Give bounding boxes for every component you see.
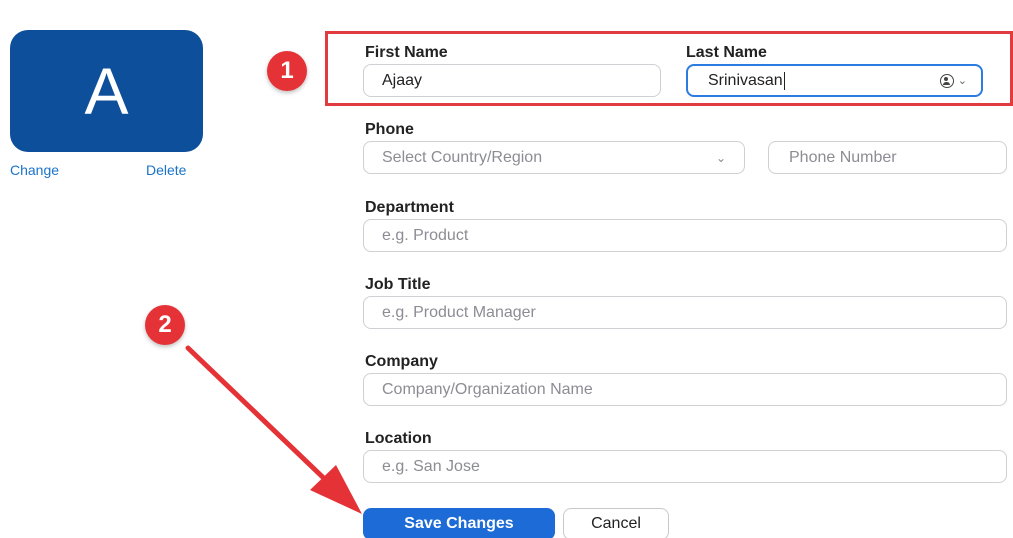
avatar: A bbox=[10, 30, 203, 152]
step-2-marker: 2 bbox=[145, 305, 185, 345]
job-title-field[interactable]: e.g. Product Manager bbox=[363, 296, 1007, 329]
avatar-initial: A bbox=[84, 54, 129, 128]
first-name-value: Ajaay bbox=[382, 71, 423, 89]
company-field[interactable]: Company/Organization Name bbox=[363, 373, 1007, 406]
location-label: Location bbox=[365, 430, 432, 447]
contact-card-icon bbox=[939, 73, 954, 88]
step-1-marker: 1 bbox=[267, 51, 307, 91]
chevron-down-icon: ⌄ bbox=[715, 150, 726, 165]
job-title-label: Job Title bbox=[365, 276, 431, 293]
first-name-field[interactable]: Ajaay bbox=[363, 64, 661, 97]
last-name-field[interactable]: Srinivasan ⌄ bbox=[686, 64, 983, 97]
country-region-placeholder: Select Country/Region bbox=[382, 148, 543, 166]
contact-autofill-button[interactable]: ⌄ bbox=[939, 73, 967, 88]
phone-number-placeholder: Phone Number bbox=[789, 148, 897, 166]
job-title-placeholder: e.g. Product Manager bbox=[382, 303, 536, 321]
phone-label: Phone bbox=[365, 121, 414, 138]
department-field[interactable]: e.g. Product bbox=[363, 219, 1007, 252]
profile-edit-page: A Change Delete 1 First Name Ajaay Last … bbox=[0, 0, 1013, 538]
chevron-down-icon: ⌄ bbox=[957, 75, 967, 87]
last-name-value: Srinivasan bbox=[708, 71, 783, 89]
step-1-number: 1 bbox=[280, 57, 294, 84]
step-2-number: 2 bbox=[158, 311, 172, 338]
company-label: Company bbox=[365, 353, 438, 370]
change-avatar-link[interactable]: Change bbox=[10, 162, 59, 178]
department-label: Department bbox=[365, 199, 454, 216]
cancel-button[interactable]: Cancel bbox=[563, 508, 669, 538]
last-name-label: Last Name bbox=[686, 44, 767, 61]
department-placeholder: e.g. Product bbox=[382, 226, 469, 244]
save-changes-button[interactable]: Save Changes bbox=[363, 508, 555, 538]
delete-avatar-link[interactable]: Delete bbox=[146, 162, 186, 178]
location-placeholder: e.g. San Jose bbox=[382, 457, 480, 475]
first-name-label: First Name bbox=[365, 44, 448, 61]
location-field[interactable]: e.g. San Jose bbox=[363, 450, 1007, 483]
text-cursor bbox=[783, 71, 785, 90]
company-placeholder: Company/Organization Name bbox=[382, 380, 593, 398]
country-region-select[interactable]: Select Country/Region ⌄ bbox=[363, 141, 745, 174]
phone-number-field[interactable]: Phone Number bbox=[768, 141, 1007, 174]
